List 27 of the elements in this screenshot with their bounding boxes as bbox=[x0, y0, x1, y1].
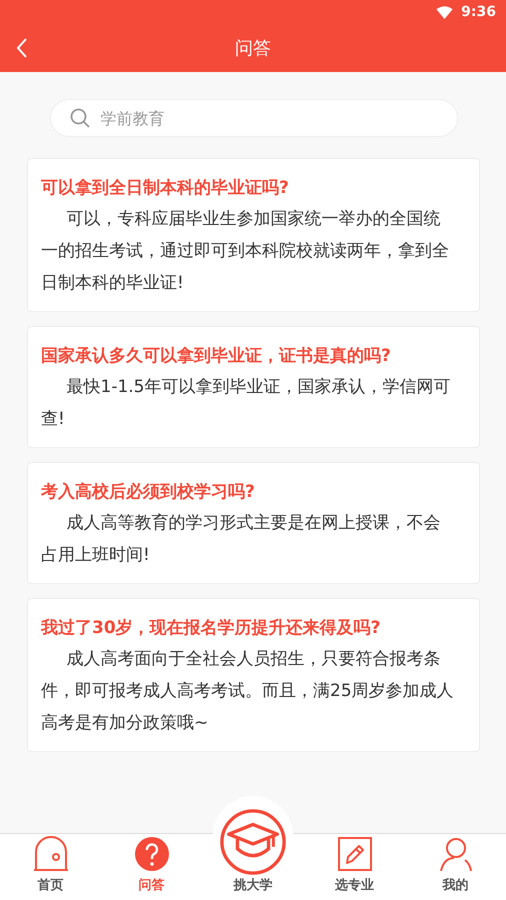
pencil-box-icon bbox=[336, 836, 372, 872]
person-icon bbox=[438, 836, 474, 872]
question-card[interactable]: 可以拿到全日制本科的毕业证吗? 可以，专科应届毕业生参加国家统一举办的全国统一的招生考试，通过即可到本科院校就读两年，拿到全日制本科的毕业证! bbox=[27, 158, 480, 312]
search-field[interactable]: 学前教育 bbox=[50, 99, 458, 137]
tab-item[interactable]: 选专业 bbox=[304, 834, 405, 900]
question-title: 可以拿到全日制本科的毕业证吗? bbox=[41, 177, 290, 200]
answer-text: 成人高等教育的学习形式主要是在网上授课，不会占用上班时间! bbox=[41, 512, 442, 567]
page-title: 问答 bbox=[235, 37, 271, 60]
wifi-icon bbox=[436, 6, 454, 18]
answer-text: 最快1-1.5年可以拿到毕业证，国家承认，学信网可查! bbox=[41, 376, 452, 431]
question-card[interactable]: 国家承认多久可以拿到毕业证，证书是真的吗? 最快1-1.5年可以拿到毕业证，国家承认，学信网可查! bbox=[27, 326, 480, 448]
dome-icon bbox=[32, 836, 68, 872]
question-card[interactable]: 考入高校后必须到校学习吗? 成人高等教育的学习形式主要是在网上授课，不会占用上班时间! bbox=[27, 462, 480, 584]
tab-item[interactable]: 问答 bbox=[101, 834, 202, 900]
graduation-cap-icon bbox=[219, 808, 287, 876]
answer-text: 成人高考面向于全社会人员招生，只要符合报考条件，即可报考成人高考考试。而且，满25周岁参加成人高考是有加分政策哦~ bbox=[41, 648, 455, 735]
search-icon bbox=[70, 108, 90, 128]
answer-text: 可以，专科应届毕业生参加国家统一举办的全国统一的招生考试，通过即可到本科院校就读两年，拿到全日制本科的毕业证! bbox=[41, 208, 450, 295]
question-title: 我过了30岁，现在报名学历提升还来得及吗? bbox=[41, 617, 382, 640]
tab-item[interactable]: 我的 bbox=[405, 834, 506, 900]
question-card[interactable]: 我过了30岁，现在报名学历提升还来得及吗? 成人高考面向于全社会人员招生，只要符合报考条件，即可报考成人高考考试。而且，满25周岁参加成人高考是有加分政策哦~ bbox=[27, 598, 480, 752]
question-title: 考入高校后必须到校学习吗? bbox=[41, 481, 256, 504]
status-time: 9:36 bbox=[461, 4, 496, 20]
question-icon bbox=[134, 836, 170, 872]
back-icon[interactable] bbox=[16, 38, 28, 58]
question-title: 国家承认多久可以拿到毕业证，证书是真的吗? bbox=[41, 345, 392, 368]
tab-item[interactable]: 首页 bbox=[0, 834, 101, 900]
